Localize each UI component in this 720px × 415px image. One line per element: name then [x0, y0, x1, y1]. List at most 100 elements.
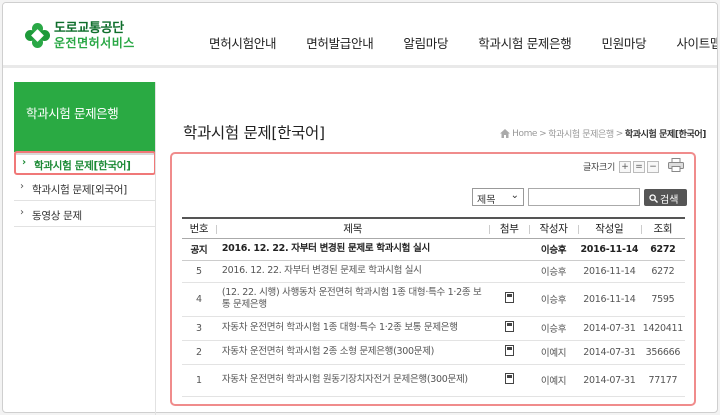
board-table: 번호 제목 첨부 작성자 작성일 조회 공지 2016. 12. 22. 자부터…: [182, 217, 685, 397]
global-nav: 면허시험안내 면허발급안내 알림마당 학과시험 문제은행 민원마당 사이트맵: [209, 33, 717, 52]
cell-author: 이승후: [529, 238, 578, 261]
cell-date: 2016-11-14: [577, 282, 641, 317]
col-header-no: 번호: [182, 217, 216, 239]
sidebar-title: 학과시험 문제은행: [14, 82, 156, 152]
sidebar-border: [155, 82, 156, 415]
cell-title-link[interactable]: 자동차 운전면허 학과시험 2종 소형 문제은행(300문제): [215, 340, 490, 365]
attachment-icon[interactable]: [504, 345, 514, 356]
cell-attach: [489, 282, 530, 317]
cell-attach: [489, 260, 530, 283]
table-header-row: 번호 제목 첨부 작성자 작성일 조회: [182, 217, 685, 239]
font-reset-button[interactable]: =: [632, 160, 645, 173]
cell-no: 1: [182, 364, 216, 397]
logo-org-name: 도로교통공단: [54, 21, 124, 36]
nav-civil-service[interactable]: 민원마당: [602, 33, 647, 52]
cell-attach: [489, 364, 530, 397]
font-size-control: 글자크기 + = −: [583, 160, 661, 173]
table-row[interactable]: 5 2016. 12. 22. 자부터 변경된 문제로 학과시험 실시 이승후 …: [182, 260, 685, 283]
sidebar-item-label: 학과시험 문제[한국어]: [34, 160, 131, 172]
breadcrumb-home[interactable]: Home: [512, 129, 537, 139]
site-logo[interactable]: 도로교통공단 운전면허서비스: [25, 19, 135, 53]
cell-date: 2014-07-31: [577, 364, 641, 397]
search-bar: 제목 ⌄ 검색: [472, 188, 687, 206]
sidebar-menu: › 학과시험 문제[한국어] › 학과시험 문제[외국어] › 동영상 문제: [14, 151, 156, 227]
nav-sitemap[interactable]: 사이트맵: [676, 33, 717, 52]
breadcrumb-current: 학과시험 문제[한국어]: [624, 130, 706, 140]
table-row[interactable]: 4 (12. 22. 시행) 사행동차 운전면허 학과시험 1종 대형·특수 1…: [182, 282, 685, 317]
search-button[interactable]: 검색: [644, 188, 687, 206]
search-button-label: 검색: [660, 194, 679, 206]
cell-author: 이승후: [529, 316, 578, 341]
cell-author: 이예지: [529, 364, 578, 397]
col-header-attach: 첨부: [489, 217, 530, 239]
chevron-down-icon: ⌄: [510, 190, 519, 201]
nav-question-bank[interactable]: 학과시험 문제은행: [478, 33, 572, 52]
font-size-label: 글자크기: [583, 163, 615, 173]
nav-license-issue[interactable]: 면허발급안내: [306, 33, 374, 52]
col-header-views: 조회: [640, 217, 685, 239]
home-icon: [500, 129, 511, 138]
cell-title-link[interactable]: 자동차 운전면허 학과시험 원동기장치자전거 문제은행(300문제): [215, 364, 490, 397]
arrow-right-icon: ›: [20, 207, 24, 218]
cell-views: 1420411: [640, 316, 685, 341]
col-header-title: 제목: [215, 217, 490, 239]
cell-no: 4: [182, 282, 216, 317]
cell-attach: [489, 316, 530, 341]
sidebar-item-video[interactable]: › 동영상 문제: [14, 201, 156, 227]
cell-no: 2: [182, 340, 216, 365]
attachment-icon[interactable]: [504, 321, 514, 332]
cell-date: 2016-11-14: [577, 260, 641, 283]
cell-views: 77177: [640, 364, 685, 397]
cell-views: 6272: [640, 238, 685, 261]
cell-no: 5: [182, 260, 216, 283]
cell-title-link[interactable]: 2016. 12. 22. 자부터 변경된 문제로 학과시험 실시: [215, 238, 490, 261]
search-field-select[interactable]: 제목 ⌄: [472, 188, 524, 206]
site-header: 도로교통공단 운전면허서비스 면허시험안내 면허발급안내 알림마당 학과시험 문…: [3, 3, 717, 65]
arrow-right-icon: ›: [20, 181, 24, 192]
col-header-author: 작성자: [529, 217, 578, 239]
nav-notice[interactable]: 알림마당: [403, 33, 448, 52]
cell-views: 356666: [640, 340, 685, 365]
cell-date: 2014-07-31: [577, 340, 641, 365]
search-field-value: 제목: [477, 195, 496, 206]
cell-no: 3: [182, 316, 216, 341]
sidebar-item-korean[interactable]: › 학과시험 문제[한국어]: [14, 151, 156, 175]
header-divider: [3, 65, 717, 68]
attachment-icon[interactable]: [504, 373, 514, 384]
page-title: 학과시험 문제[한국어]: [183, 124, 325, 142]
cell-no: 공지: [182, 238, 216, 261]
arrow-right-icon: ›: [22, 157, 26, 168]
table-row[interactable]: 2 자동차 운전면허 학과시험 2종 소형 문제은행(300문제) 이예지 20…: [182, 340, 685, 365]
sidebar-item-foreign[interactable]: › 학과시험 문제[외국어]: [14, 175, 156, 201]
sidebar-item-label: 동영상 문제: [32, 210, 82, 222]
search-icon: [649, 193, 658, 203]
cell-date: 2016-11-14: [577, 238, 641, 261]
cell-attach: [489, 340, 530, 365]
print-icon[interactable]: [668, 158, 684, 172]
cell-attach: [489, 238, 530, 261]
sidebar-item-label: 학과시험 문제[외국어]: [32, 184, 127, 196]
cell-title-link[interactable]: (12. 22. 시행) 사행동차 운전면허 학과시험 1종 대형·특수 1·2…: [215, 282, 490, 317]
nav-license-test[interactable]: 면허시험안내: [209, 33, 277, 52]
cell-author: 이승후: [529, 282, 578, 317]
cell-date: 2014-07-31: [577, 316, 641, 341]
cell-views: 7595: [640, 282, 685, 317]
table-row[interactable]: 3 자동차 운전면허 학과시험 1종 대형·특수 1·2종 보통 문제은행 이승…: [182, 316, 685, 341]
cell-views: 6272: [640, 260, 685, 283]
breadcrumb-separator: >: [615, 128, 624, 139]
font-decrease-button[interactable]: −: [646, 160, 659, 173]
table-row-notice[interactable]: 공지 2016. 12. 22. 자부터 변경된 문제로 학과시험 실시 이승후…: [182, 238, 685, 261]
attachment-icon[interactable]: [504, 292, 514, 303]
breadcrumb-section[interactable]: 학과시험 문제은행: [548, 127, 614, 140]
col-header-date: 작성일: [577, 217, 641, 239]
font-increase-button[interactable]: +: [618, 160, 631, 173]
breadcrumb: Home > 학과시험 문제은행 > 학과시험 문제[한국어]: [500, 127, 706, 140]
logo-service-name: 운전면허서비스: [54, 36, 135, 50]
cell-title-link[interactable]: 자동차 운전면허 학과시험 1종 대형·특수 1·2종 보통 문제은행: [215, 316, 490, 341]
breadcrumb-separator: >: [539, 128, 547, 139]
cell-author: 이예지: [529, 340, 578, 365]
cell-title-link[interactable]: 2016. 12. 22. 자부터 변경된 문제로 학과시험 실시: [215, 260, 490, 283]
search-input[interactable]: [528, 188, 640, 206]
cell-author: 이승후: [529, 260, 578, 283]
table-row[interactable]: 1 자동차 운전면허 학과시험 원동기장치자전거 문제은행(300문제) 이예지…: [182, 364, 685, 397]
